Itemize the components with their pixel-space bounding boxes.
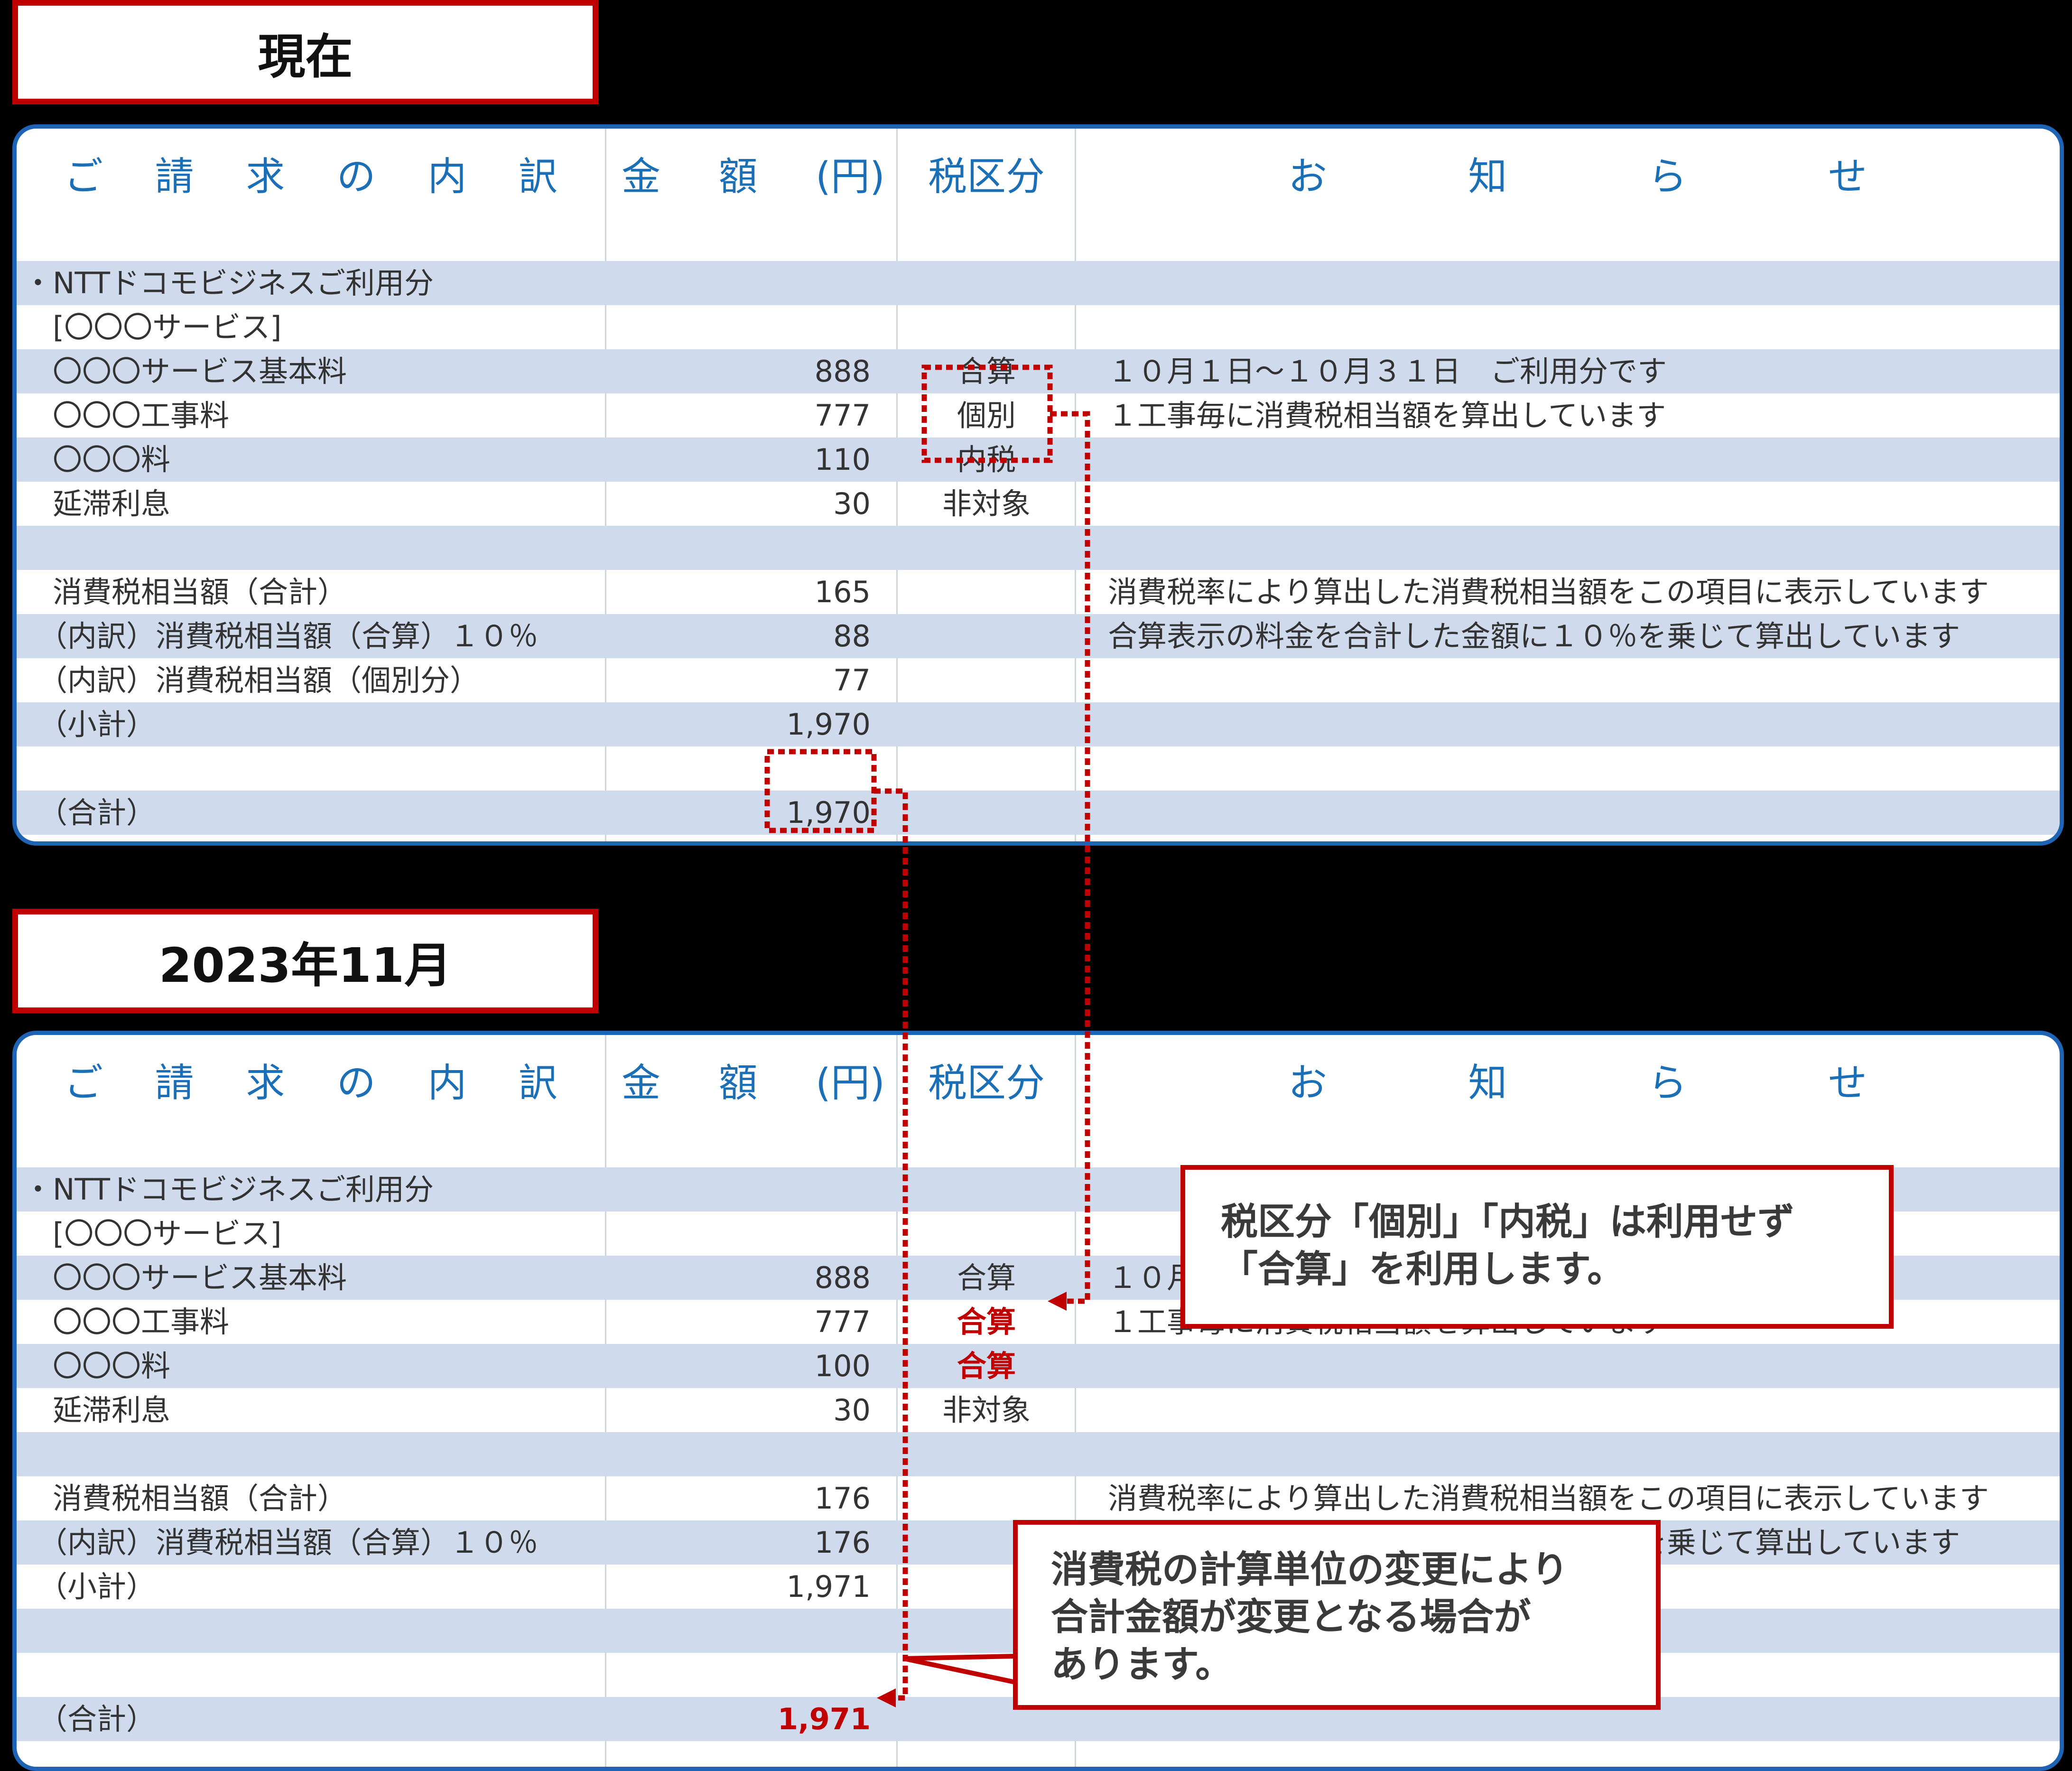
callout-total-change: 消費税の計算単位の変更により 合計金額が変更となる場合が あります。	[1013, 1520, 1661, 1710]
callout-pointer	[903, 1653, 1018, 1686]
